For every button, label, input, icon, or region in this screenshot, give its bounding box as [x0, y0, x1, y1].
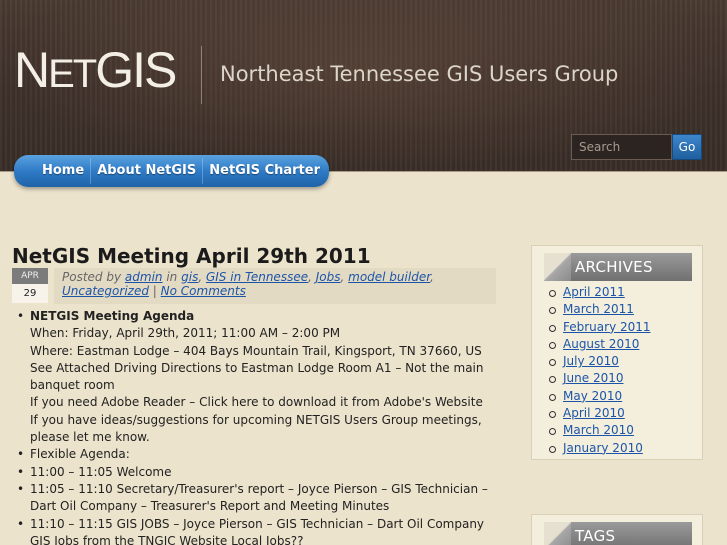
search-button[interactable]: Go [672, 134, 702, 160]
archive-link-june-2010[interactable]: June 2010 [546, 370, 651, 387]
comments-link[interactable]: No Comments [161, 284, 246, 298]
tags-widget: TAGS [531, 514, 703, 545]
logo-divider [201, 46, 202, 104]
list-item: 11:10 – 11:15 GIS JOBS – Joyce Pierson –… [14, 516, 499, 545]
post-date-month: APR [12, 268, 48, 284]
archive-link-march-2011[interactable]: March 2011 [546, 301, 651, 318]
archive-link-march-2010[interactable]: March 2010 [546, 422, 651, 439]
meeting-directions: See Attached Driving Directions to Eastm… [30, 360, 484, 393]
archive-link-may-2010[interactable]: May 2010 [546, 388, 651, 405]
archives-title-text: ARCHIVES [575, 258, 653, 276]
archives-widget: ARCHIVES April 2011 March 2011 February … [531, 245, 703, 460]
site-header: NETGIS Northeast Tennessee GIS Users Gro… [0, 0, 727, 172]
tags-title-text: TAGS [575, 527, 616, 545]
nav-item-netgis-charter[interactable]: NetGIS Charter [203, 158, 326, 184]
meeting-when: When: Friday, April 29th, 2011; 11:00 AM… [30, 326, 341, 341]
archive-link-april-2010[interactable]: April 2010 [546, 405, 651, 422]
meeting-where: Where: Eastman Lodge – 404 Bays Mountain… [30, 343, 482, 358]
post-meta: Posted by admin in gis, GIS in Tennessee… [54, 268, 496, 304]
archive-link-july-2010[interactable]: July 2010 [546, 353, 651, 370]
list-item: NETGIS Meeting Agenda When: Friday, Apri… [14, 308, 499, 446]
nav-item-about-netgis[interactable]: About NetGIS [91, 158, 204, 184]
main-nav: Home About NetGIS NetGIS Charter [14, 155, 329, 187]
archive-list: April 2011 March 2011 February 2011 Augu… [546, 284, 651, 457]
adobe-reader-note: If you need Adobe Reader – Click here to… [30, 395, 483, 410]
post-date-day: 29 [12, 284, 48, 303]
post-date-badge: APR 29 [12, 268, 48, 303]
list-item: 11:00 – 11:05 Welcome [14, 464, 499, 482]
nav-item-home[interactable]: Home [36, 158, 92, 184]
ideas-note: If you have ideas/suggestions for upcomi… [30, 412, 482, 445]
post-title[interactable]: NetGIS Meeting April 29th 2011 [12, 244, 371, 268]
category-link-model-builder[interactable]: model builder [348, 270, 430, 284]
list-item: Flexible Agenda: [14, 446, 499, 464]
page-fold-icon [544, 253, 571, 281]
category-link-gis[interactable]: gis [181, 270, 198, 284]
list-item: 11:05 – 11:10 Secretary/Treasurer's repo… [14, 481, 499, 516]
search-input[interactable] [571, 134, 672, 160]
meta-posted-by: Posted by [62, 270, 122, 284]
site-tagline: Northeast Tennessee GIS Users Group [220, 62, 619, 86]
category-link-jobs[interactable]: Jobs [316, 270, 341, 284]
meta-in: in [166, 270, 178, 284]
meta-author-link[interactable]: admin [125, 270, 163, 284]
post-body: NETGIS Meeting Agenda When: Friday, Apri… [14, 308, 499, 545]
archive-link-april-2011[interactable]: April 2011 [546, 284, 651, 301]
page-fold-icon [544, 522, 571, 545]
archive-link-february-2011[interactable]: February 2011 [546, 319, 651, 336]
archive-link-january-2010[interactable]: January 2010 [546, 440, 651, 457]
category-link-uncategorized[interactable]: Uncategorized [62, 284, 149, 298]
tags-widget-title: TAGS [544, 522, 692, 545]
archive-link-august-2010[interactable]: August 2010 [546, 336, 651, 353]
archives-widget-title: ARCHIVES [544, 253, 692, 281]
meta-separator: | [152, 284, 157, 298]
category-link-gis-in-tennessee[interactable]: GIS in Tennessee [206, 270, 308, 284]
site-logo[interactable]: NETGIS [14, 42, 177, 102]
agenda-heading: NETGIS Meeting Agenda [30, 309, 195, 323]
